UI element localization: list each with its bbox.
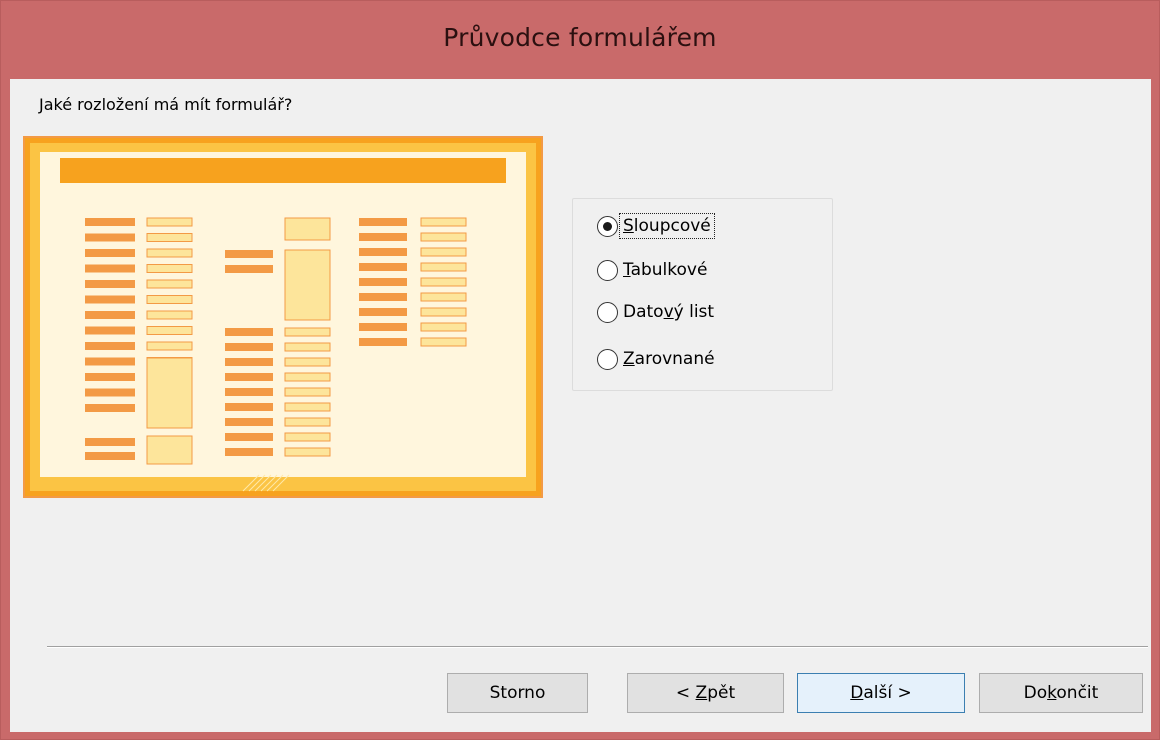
wizard-window: Průvodce formulářem Jaké rozložení má mí… <box>0 0 1160 740</box>
radio-tabulkove[interactable]: Tabulkové <box>597 253 710 287</box>
footer-separator <box>47 646 1148 648</box>
radio-icon[interactable] <box>597 348 618 370</box>
finish-button[interactable]: Dokončit <box>979 673 1143 713</box>
title-bar[interactable]: Průvodce formulářem <box>1 1 1159 79</box>
radio-label[interactable]: Sloupcové <box>619 213 715 239</box>
radio-label[interactable]: Zarovnané <box>620 347 718 371</box>
next-button[interactable]: Další > <box>797 673 965 713</box>
wizard-body: Jaké rozložení má mít formulář? Sloupcov… <box>10 79 1151 732</box>
back-button[interactable]: < Zpět <box>627 673 784 713</box>
radio-sloupcove[interactable]: Sloupcové <box>597 209 715 243</box>
layout-options-group: Sloupcové Tabulkové Datový list Zarovnan… <box>572 198 833 391</box>
cancel-button[interactable]: Storno <box>447 673 588 713</box>
radio-label[interactable]: Datový list <box>620 300 717 324</box>
layout-question: Jaké rozložení má mít formulář? <box>39 95 293 114</box>
radio-datovy-list[interactable]: Datový list <box>597 295 717 329</box>
radio-icon[interactable] <box>597 259 618 281</box>
layout-preview-image <box>23 136 543 498</box>
radio-zarovnane[interactable]: Zarovnané <box>597 342 718 376</box>
window-title: Průvodce formulářem <box>443 23 717 52</box>
radio-icon[interactable] <box>597 301 618 323</box>
radio-label[interactable]: Tabulkové <box>620 258 710 282</box>
radio-selected-icon[interactable] <box>597 215 618 237</box>
